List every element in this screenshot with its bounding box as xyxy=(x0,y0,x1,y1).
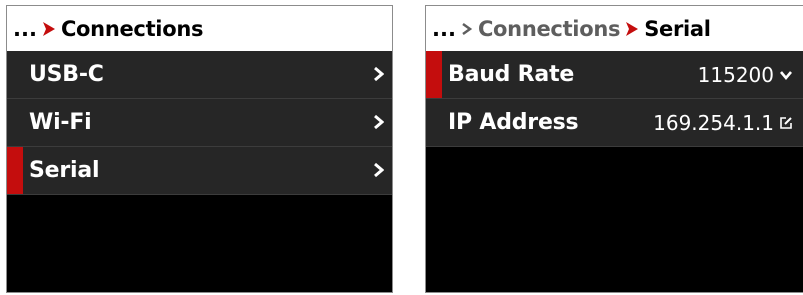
chevron-right-icon xyxy=(373,114,385,134)
breadcrumb: ... Connections Serial xyxy=(426,6,803,51)
menu-item-label: Wi-Fi xyxy=(29,110,92,135)
breadcrumb-current: Serial xyxy=(644,16,711,41)
breadcrumb-current: Connections xyxy=(60,16,204,41)
menu-item-label: Serial xyxy=(29,158,100,183)
chevron-right-icon xyxy=(373,162,385,182)
breadcrumb-arrow-icon xyxy=(42,21,56,37)
menu-item-label: USB-C xyxy=(29,62,104,87)
breadcrumb: ... Connections xyxy=(7,6,392,51)
chevron-right-icon xyxy=(373,66,385,86)
setting-label: IP Address xyxy=(448,110,579,135)
selection-indicator xyxy=(426,51,442,98)
breadcrumb-arrow-icon xyxy=(461,22,473,36)
setting-ip-address[interactable]: IP Address 169.254.1.1 xyxy=(426,99,803,147)
baud-rate-dropdown[interactable]: 115200 xyxy=(698,63,793,87)
ip-address-field[interactable]: 169.254.1.1 xyxy=(653,111,793,135)
selection-indicator xyxy=(7,147,23,194)
setting-value: 169.254.1.1 xyxy=(653,110,774,135)
menu-item-wifi[interactable]: Wi-Fi xyxy=(7,99,392,147)
menu-item-serial[interactable]: Serial xyxy=(7,147,392,195)
edit-icon[interactable] xyxy=(779,116,793,130)
setting-value: 115200 xyxy=(697,62,774,87)
breadcrumb-arrow-icon xyxy=(625,21,639,37)
serial-settings-panel: ... Connections Serial Baud Rate 115200 … xyxy=(425,5,803,293)
connections-menu-panel: ... Connections USB-C Wi-Fi Serial xyxy=(6,5,393,293)
setting-baud-rate[interactable]: Baud Rate 115200 xyxy=(426,51,803,99)
breadcrumb-parent[interactable]: Connections xyxy=(478,17,621,41)
menu-item-usb-c[interactable]: USB-C xyxy=(7,51,392,99)
breadcrumb-ellipsis[interactable]: ... xyxy=(432,17,456,41)
breadcrumb-ellipsis[interactable]: ... xyxy=(13,17,37,41)
chevron-down-icon xyxy=(779,69,793,81)
setting-label: Baud Rate xyxy=(448,62,575,87)
